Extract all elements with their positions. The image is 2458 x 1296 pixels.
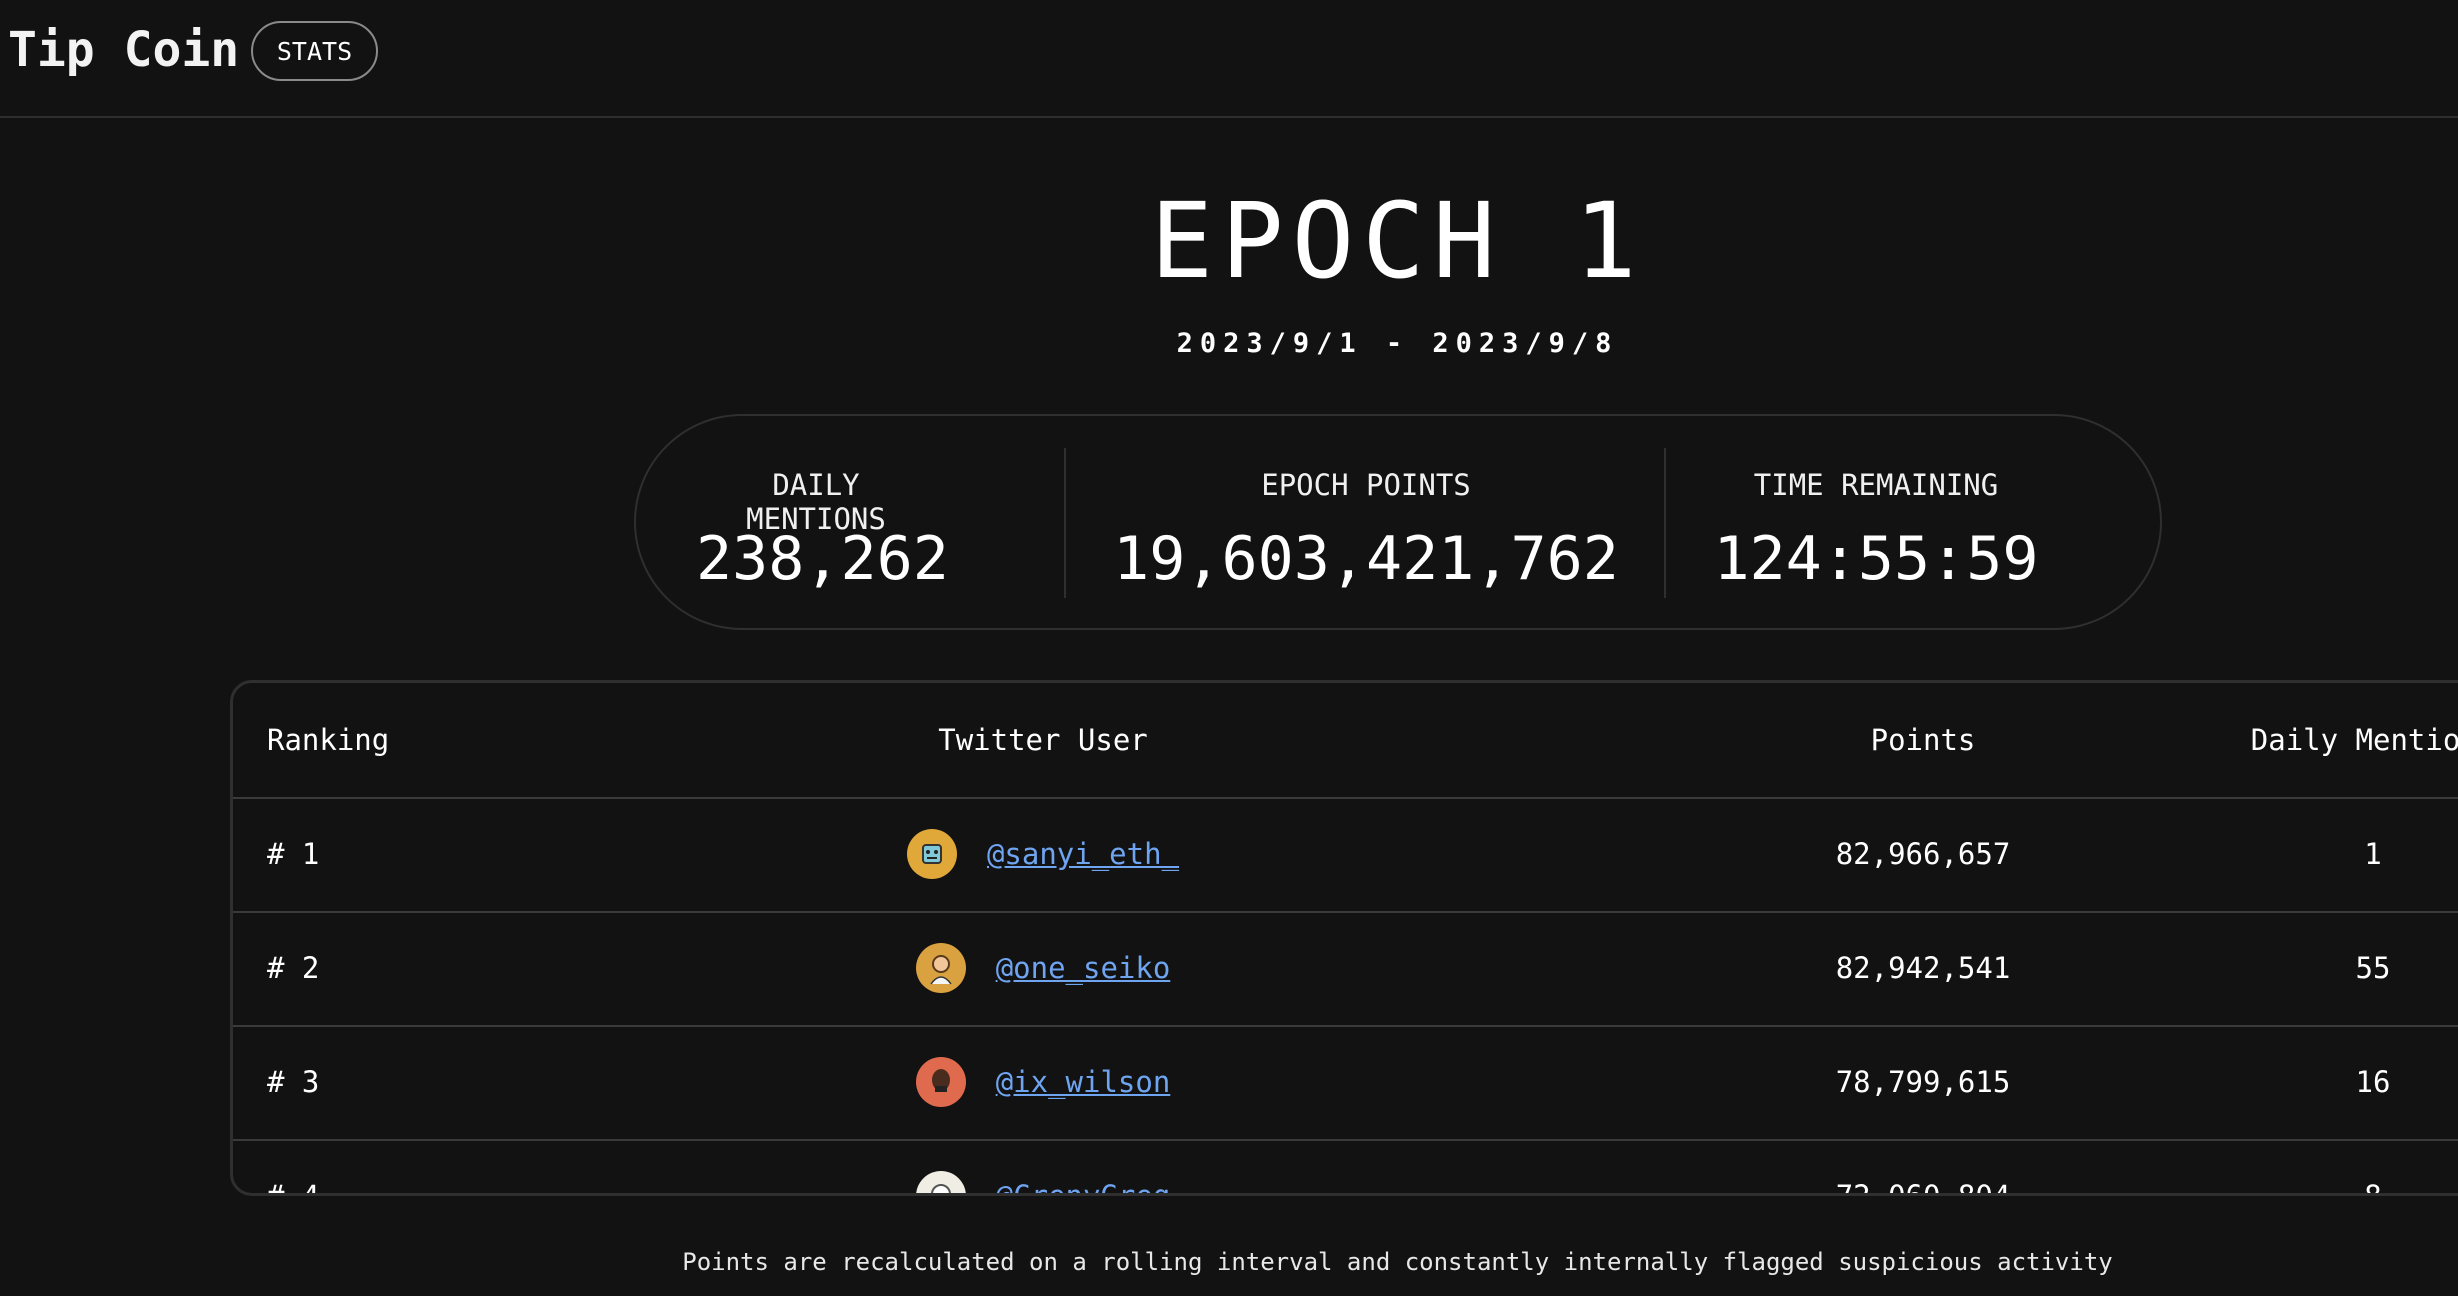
rank-cell: # 4 [267,1179,320,1196]
user-cell: @one_seiko [813,911,1273,1025]
points-cell: 72,060,804 [1835,1179,2011,1196]
user-cell: @ix_wilson [813,1025,1273,1139]
header-twitter-user: Twitter User [938,723,1148,757]
user-cell: @CrenyGreg [813,1139,1273,1193]
twitter-user-link[interactable]: @sanyi_eth_ [987,837,1179,871]
stat-time-remaining: TIME REMAINING 124:55:59 [1666,416,2086,628]
stat-epoch-points: EPOCH POINTS 19,603,421,762 [1066,416,1666,628]
mentions-cell: 55 [2355,951,2391,985]
stat-value: 19,603,421,762 [1113,524,1619,594]
person-avatar-icon [915,1057,966,1107]
stat-label: EPOCH POINTS [1261,468,1471,502]
epoch-dates: 2023/9/1 - 2023/9/8 [1176,328,1619,359]
mentions-cell: 1 [2364,837,2382,871]
twitter-user-link[interactable]: @CrenyGreg [996,1179,1171,1193]
leaderboard-table: Ranking Twitter User Points Daily Mentio… [230,680,2458,1196]
stat-daily-mentions: DAILY MENTIONS 238,262 [696,416,949,628]
table-row: # 1 @sanyi_eth_ 82,966,657 1 [233,797,2458,913]
stats-summary: DAILY MENTIONS 238,262 EPOCH POINTS 19,6… [634,414,2162,630]
brand-logo[interactable]: Tip Coin [8,22,239,78]
points-cell: 78,799,615 [1835,1065,2011,1099]
table-header: Ranking Twitter User Points Daily Mentio… [233,683,2458,799]
rank-cell: # 2 [267,951,320,985]
footnote: Points are recalculated on a rolling int… [682,1248,2113,1276]
robot-avatar-icon [906,829,957,879]
twitter-user-link[interactable]: @one_seiko [996,951,1171,985]
table-row: # 2 @one_seiko 82,942,541 55 [233,911,2458,1027]
user-cell: @sanyi_eth_ [813,797,1273,911]
person-avatar-icon [915,943,966,993]
table-row: # 4 @CrenyGreg 72,060,804 8 [233,1139,2458,1196]
header-points: Points [1870,723,1976,757]
header-daily-mentions: Daily Mentions [2250,723,2458,757]
stat-value: 124:55:59 [1713,524,2039,594]
stat-label: TIME REMAINING [1753,468,1999,502]
epoch-title: EPOCH 1 [1150,180,1645,302]
person-avatar-icon [915,1171,966,1193]
table-row: # 3 @ix_wilson 78,799,615 16 [233,1025,2458,1141]
stat-value: 238,262 [696,524,949,594]
top-header: Tip Coin STATS [0,0,2458,118]
rank-cell: # 3 [267,1065,320,1099]
stats-button[interactable]: STATS [251,21,378,81]
points-cell: 82,966,657 [1835,837,2011,871]
mentions-cell: 16 [2355,1065,2391,1099]
mentions-cell: 8 [2364,1179,2382,1196]
header-ranking: Ranking [267,723,390,757]
points-cell: 82,942,541 [1835,951,2011,985]
rank-cell: # 1 [267,837,320,871]
twitter-user-link[interactable]: @ix_wilson [996,1065,1171,1099]
page: Tip Coin STATS EPOCH 1 2023/9/1 - 2023/9… [0,0,2458,1296]
